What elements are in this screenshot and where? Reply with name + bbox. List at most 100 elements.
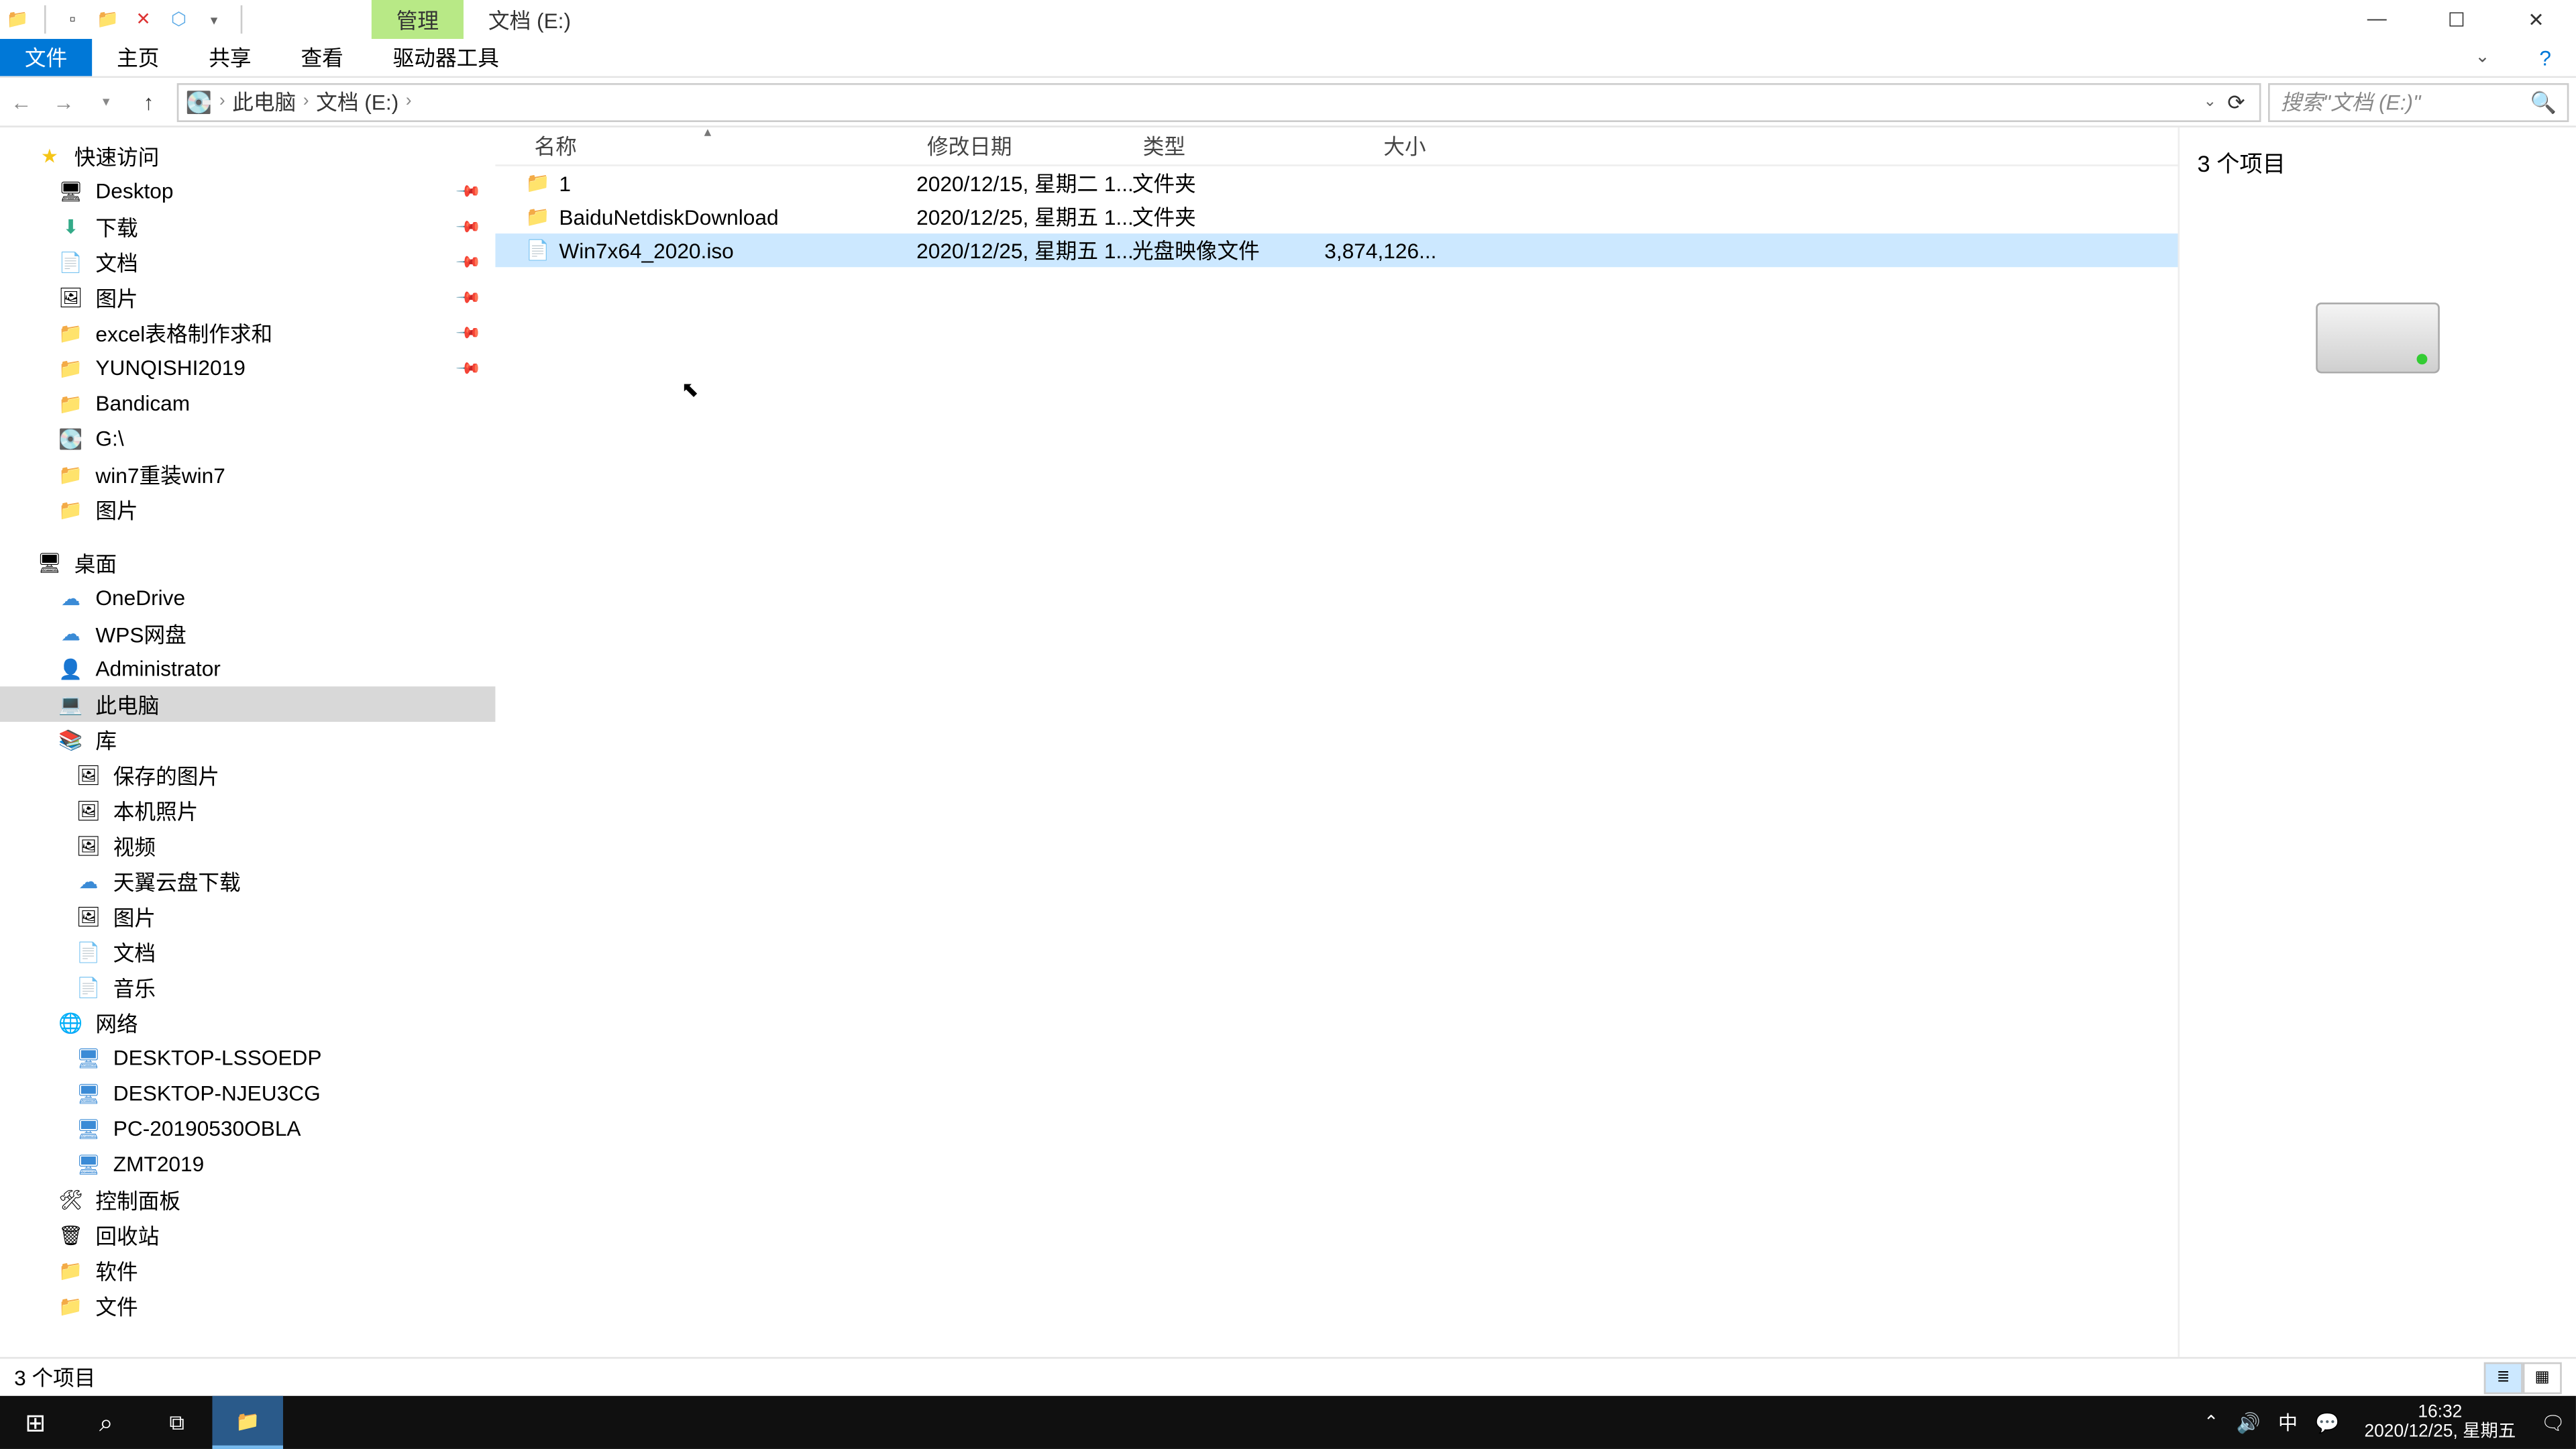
nav-folder[interactable]: 文件 xyxy=(0,1288,495,1324)
search-input[interactable]: 搜索"文档 (E:)" 🔍 xyxy=(2268,83,2569,121)
nav-this-pc[interactable]: 此电脑 xyxy=(0,686,495,722)
start-button[interactable] xyxy=(0,1396,70,1449)
nav-wps[interactable]: WPS网盘 xyxy=(0,616,495,651)
network-pc-icon xyxy=(74,1150,103,1178)
folder-icon xyxy=(235,1409,260,1432)
taskbar: 16:32 2020/12/25, 星期五 🗨 xyxy=(0,1396,2576,1449)
view-details-button[interactable]: ≣ xyxy=(2484,1361,2523,1393)
tray-overflow-icon[interactable] xyxy=(2204,1412,2218,1434)
file-type: 文件夹 xyxy=(1132,202,1313,232)
chevron-right-icon[interactable]: › xyxy=(219,92,225,111)
nav-lib-item[interactable]: 本机照片 xyxy=(0,793,495,828)
file-rows[interactable]: 12020/12/15, 星期二 1...文件夹BaiduNetdiskDown… xyxy=(495,166,2178,1357)
nav-recent-folder[interactable]: 图片 xyxy=(0,492,495,527)
column-header-date[interactable]: 修改日期 xyxy=(916,131,1132,161)
contextual-tab-manage[interactable]: 管理 xyxy=(372,0,464,39)
nav-back-button[interactable]: ← xyxy=(0,80,42,123)
nav-pinned-folder[interactable]: YUNQISHI2019 xyxy=(0,350,495,386)
nav-onedrive[interactable]: OneDrive xyxy=(0,580,495,616)
column-headers: ▴ 名称 修改日期 类型 大小 xyxy=(495,127,2178,166)
nav-network[interactable]: 网络 xyxy=(0,1005,495,1040)
taskbar-explorer-button[interactable] xyxy=(212,1396,282,1449)
column-header-name[interactable]: 名称 xyxy=(524,131,916,161)
sort-ascending-icon: ▴ xyxy=(704,124,712,140)
nav-network-pc[interactable]: DESKTOP-LSSOEDP xyxy=(0,1040,495,1076)
qat-newfolder-icon[interactable]: 📁 xyxy=(94,5,122,34)
music-icon xyxy=(74,973,103,1002)
minimize-button[interactable]: — xyxy=(2337,0,2417,39)
nav-desktop-root[interactable]: 桌面 xyxy=(0,545,495,580)
action-center-icon[interactable] xyxy=(2315,1411,2339,1434)
address-bar[interactable]: › 此电脑 › 文档 (E:) › ⌄ ⟳ xyxy=(177,83,2261,121)
nav-network-pc[interactable]: DESKTOP-NJEU3CG xyxy=(0,1075,495,1111)
ribbon-tab-drivetools[interactable]: 驱动器工具 xyxy=(368,39,524,76)
nav-recent-folder[interactable]: Bandicam xyxy=(0,386,495,421)
ribbon-tab-view[interactable]: 查看 xyxy=(276,39,368,76)
ribbon-tab-home[interactable]: 主页 xyxy=(92,39,184,76)
nav-pinned-downloads[interactable]: 下载 xyxy=(0,209,495,244)
nav-lib-item[interactable]: 图片 xyxy=(0,899,495,934)
qat-dropdown-icon[interactable]: ▾ xyxy=(200,5,228,34)
close-button[interactable]: ✕ xyxy=(2496,0,2576,39)
file-row[interactable]: BaiduNetdiskDownload2020/12/25, 星期五 1...… xyxy=(495,200,2178,233)
star-icon xyxy=(36,142,64,170)
nav-recent-folder[interactable]: win7重装win7 xyxy=(0,456,495,492)
qat-rename-icon[interactable]: ⬡ xyxy=(164,5,193,34)
navigation-pane[interactable]: 快速访问 Desktop 下载 文档 图片 excel表格制作求和 YUNQIS… xyxy=(0,127,495,1357)
item-count-label: 3 个项目 xyxy=(2198,145,2286,178)
ribbon-tab-share[interactable]: 共享 xyxy=(184,39,276,76)
qat-delete-icon[interactable]: ✕ xyxy=(129,5,158,34)
help-icon[interactable]: ? xyxy=(2514,39,2575,76)
nav-control-panel[interactable]: 控制面板 xyxy=(0,1182,495,1218)
details-pane: 3 个项目 xyxy=(2178,127,2576,1357)
desktop-icon xyxy=(56,177,85,205)
nav-lib-item[interactable]: 保存的图片 xyxy=(0,757,495,793)
volume-icon[interactable] xyxy=(2237,1411,2261,1434)
chevron-right-icon[interactable]: › xyxy=(303,92,309,111)
column-header-type[interactable]: 类型 xyxy=(1132,131,1313,161)
nav-lib-item[interactable]: 天翼云盘下载 xyxy=(0,863,495,899)
taskbar-clock[interactable]: 16:32 2020/12/25, 星期五 xyxy=(2350,1403,2530,1442)
nav-lib-item[interactable]: 视频 xyxy=(0,828,495,863)
nav-administrator[interactable]: Administrator xyxy=(0,651,495,687)
nav-pinned-documents[interactable]: 文档 xyxy=(0,244,495,280)
nav-network-pc[interactable]: PC-20190530OBLA xyxy=(0,1111,495,1146)
breadcrumb-drive-e[interactable]: 文档 (E:) xyxy=(316,87,398,117)
folder-icon xyxy=(56,354,85,382)
file-row[interactable]: 12020/12/15, 星期二 1...文件夹 xyxy=(495,166,2178,200)
notification-badge-icon[interactable]: 🗨 xyxy=(2530,1396,2576,1449)
nav-recycle-bin[interactable]: 回收站 xyxy=(0,1217,495,1252)
nav-lib-item[interactable]: 文档 xyxy=(0,934,495,969)
nav-recent-drive[interactable]: G:\ xyxy=(0,421,495,457)
nav-network-pc[interactable]: ZMT2019 xyxy=(0,1146,495,1182)
address-dropdown-icon[interactable]: ⌄ xyxy=(2203,92,2216,111)
chevron-right-icon[interactable]: › xyxy=(406,92,412,111)
task-view-button[interactable] xyxy=(142,1396,212,1449)
column-header-size[interactable]: 大小 xyxy=(1313,131,1437,161)
nav-forward-button[interactable]: → xyxy=(42,80,85,123)
nav-pinned-folder[interactable]: excel表格制作求和 xyxy=(0,315,495,350)
refresh-icon[interactable]: ⟳ xyxy=(2227,89,2245,114)
breadcrumb-this-pc[interactable]: 此电脑 xyxy=(232,87,296,117)
nav-quick-access[interactable]: 快速访问 xyxy=(0,138,495,174)
nav-up-button[interactable]: ↑ xyxy=(127,80,170,123)
folder-icon xyxy=(56,1256,85,1284)
nav-pinned-desktop[interactable]: Desktop xyxy=(0,173,495,209)
nav-recent-dropdown[interactable]: ▾ xyxy=(85,80,127,123)
file-type: 光盘映像文件 xyxy=(1132,235,1313,266)
nav-libraries[interactable]: 库 xyxy=(0,722,495,757)
qat-properties-icon[interactable]: ▫ xyxy=(58,5,87,34)
nav-lib-item[interactable]: 音乐 xyxy=(0,969,495,1005)
ime-icon[interactable] xyxy=(2278,1408,2298,1436)
taskbar-search-button[interactable] xyxy=(70,1396,141,1449)
file-size: 3,874,126... xyxy=(1313,238,1437,263)
ribbon-tab-file[interactable]: 文件 xyxy=(0,39,92,76)
windows-icon xyxy=(25,1407,46,1438)
nav-pinned-pictures[interactable]: 图片 xyxy=(0,280,495,315)
file-row[interactable]: Win7x64_2020.iso2020/12/25, 星期五 1...光盘映像… xyxy=(495,233,2178,267)
view-icons-button[interactable]: ▦ xyxy=(2523,1361,2562,1393)
nav-folder[interactable]: 软件 xyxy=(0,1252,495,1288)
ribbon-collapse-icon[interactable]: ⌄ xyxy=(2450,39,2514,76)
search-icon[interactable]: 🔍 xyxy=(2530,89,2556,114)
maximize-button[interactable]: ☐ xyxy=(2417,0,2497,39)
